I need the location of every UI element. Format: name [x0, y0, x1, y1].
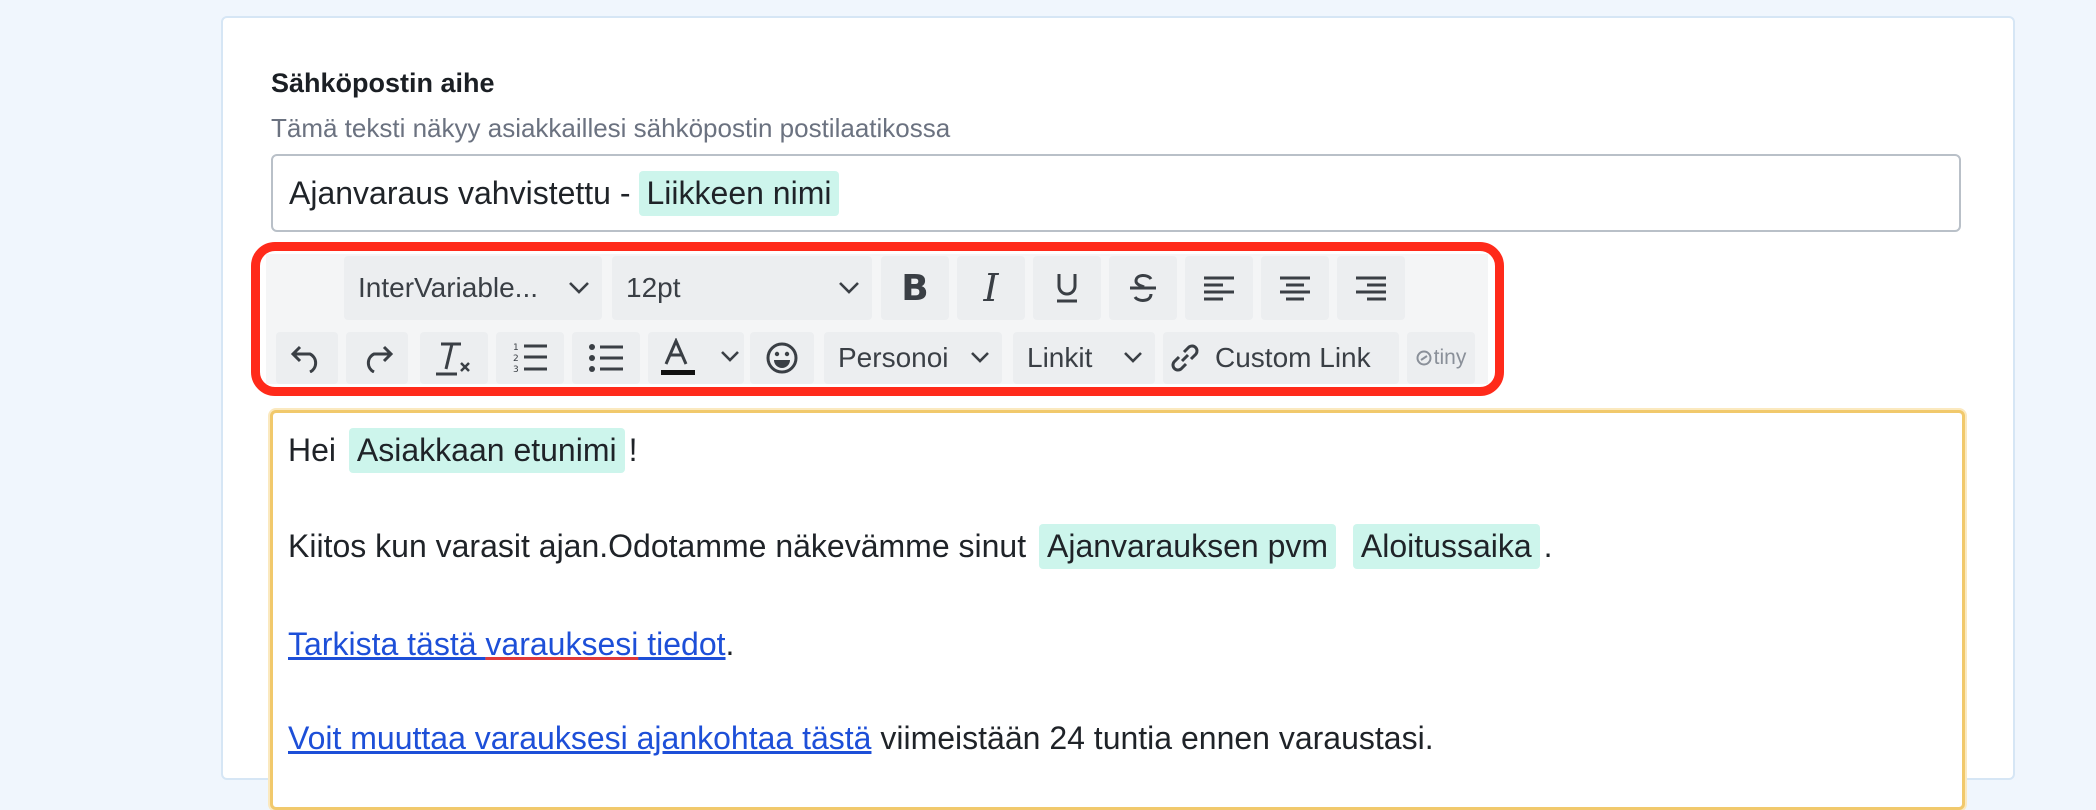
align-center-icon	[1279, 275, 1311, 301]
subject-input[interactable]: Ajanvaraus vahvistettu - Liikkeen nimi	[271, 154, 1961, 232]
italic-icon: I	[983, 266, 999, 310]
strikethrough-button[interactable]	[1109, 256, 1177, 320]
chevron-down-icon	[568, 281, 590, 295]
font-size-value: 12pt	[626, 272, 681, 303]
link1-end: .	[725, 626, 735, 662]
tiny-brand-text: tiny	[1433, 346, 1467, 369]
font-size-select[interactable]: 12pt	[612, 256, 872, 320]
redo-icon	[360, 343, 394, 373]
linkit-menu-button[interactable]: Linkit	[1013, 332, 1155, 384]
personoi-menu-button[interactable]: Personoi	[824, 332, 1002, 384]
clear-formatting-button[interactable]	[420, 332, 488, 384]
chevron-down-icon	[838, 281, 860, 295]
align-left-button[interactable]	[1185, 256, 1253, 320]
strikethrough-icon	[1128, 271, 1158, 305]
link1-part-a: Tarkista tästä	[288, 626, 486, 662]
redo-button[interactable]	[346, 332, 408, 384]
clear-formatting-icon	[435, 339, 473, 377]
editor-line-link2: Voit muuttaa varauksesi ajankohtaa tästä…	[288, 720, 1434, 757]
align-center-button[interactable]	[1261, 256, 1329, 320]
bold-button[interactable]: B	[881, 256, 949, 320]
svg-text:1: 1	[513, 343, 519, 353]
link-icon	[1167, 340, 1203, 376]
chip-asiakkaan-etunimi[interactable]: Asiakkaan etunimi	[348, 428, 625, 473]
font-family-value: InterVariable...	[358, 272, 539, 303]
italic-button[interactable]: I	[957, 256, 1025, 320]
subject-chip-liikkeen-nimi[interactable]: Liikkeen nimi	[638, 170, 840, 216]
link2-rest: viimeistään 24 tuntia ennen varaustasi.	[871, 720, 1434, 756]
thanks-text: Kiitos kun varasit ajan.Odotamme näkeväm…	[288, 528, 1027, 564]
subject-label: Sähköpostin aihe	[271, 68, 495, 98]
custom-link-button[interactable]: Custom Link	[1163, 332, 1399, 384]
editor-line-link1: Tarkista tästä varauksesi tiedot.	[288, 626, 734, 663]
svg-text:2: 2	[513, 354, 519, 364]
align-right-button[interactable]	[1337, 256, 1405, 320]
undo-icon	[290, 343, 324, 373]
underline-icon	[1053, 271, 1081, 305]
chevron-down-icon	[1123, 351, 1143, 365]
emoji-button[interactable]	[750, 332, 814, 384]
change-booking-link[interactable]: Voit muuttaa varauksesi ajankohtaa tästä	[288, 720, 871, 756]
chevron-down-icon	[720, 350, 740, 364]
editor-line-thanks: Kiitos kun varasit ajan.Odotamme näkeväm…	[288, 524, 1553, 569]
chip-ajanvarauksen-pvm[interactable]: Ajanvarauksen pvm	[1039, 524, 1337, 569]
undo-button[interactable]	[276, 332, 338, 384]
personoi-label: Personoi	[838, 342, 949, 373]
editor-line-greeting: Hei Asiakkaan etunimi!	[288, 428, 637, 473]
bold-icon: B	[901, 267, 929, 309]
chip-aloitussaika[interactable]: Aloitussaika	[1352, 524, 1540, 569]
custom-link-label: Custom Link	[1215, 342, 1371, 373]
subject-help-text: Tämä teksti näkyy asiakkaillesi sähköpos…	[271, 113, 951, 143]
link1-part-b: varauksesi	[485, 626, 639, 662]
underline-button[interactable]	[1033, 256, 1101, 320]
text-color-button[interactable]	[648, 332, 744, 384]
check-booking-link[interactable]: Tarkista tästä varauksesi tiedot	[288, 626, 726, 662]
tiny-logo-icon	[1416, 350, 1432, 366]
chevron-down-icon	[970, 351, 990, 365]
tiny-branding-link[interactable]: tiny	[1407, 332, 1475, 384]
numbered-list-icon: 123	[512, 341, 548, 375]
align-left-icon	[1203, 275, 1235, 301]
bullet-list-icon	[588, 343, 624, 373]
font-family-select[interactable]: InterVariable...	[344, 256, 602, 320]
bullet-list-button[interactable]	[572, 332, 640, 384]
linkit-label: Linkit	[1027, 342, 1093, 373]
greeting-text: Hei	[288, 432, 337, 468]
svg-text:3: 3	[513, 365, 519, 375]
link1-part-c: tiedot	[638, 626, 726, 662]
greeting-end: !	[628, 432, 638, 468]
subject-text: Ajanvaraus vahvistettu -	[289, 174, 631, 211]
text-color-icon	[660, 338, 696, 378]
align-right-icon	[1355, 275, 1387, 301]
numbered-list-button[interactable]: 123	[496, 332, 564, 384]
emoji-icon	[765, 341, 799, 375]
thanks-end: .	[1543, 528, 1553, 564]
